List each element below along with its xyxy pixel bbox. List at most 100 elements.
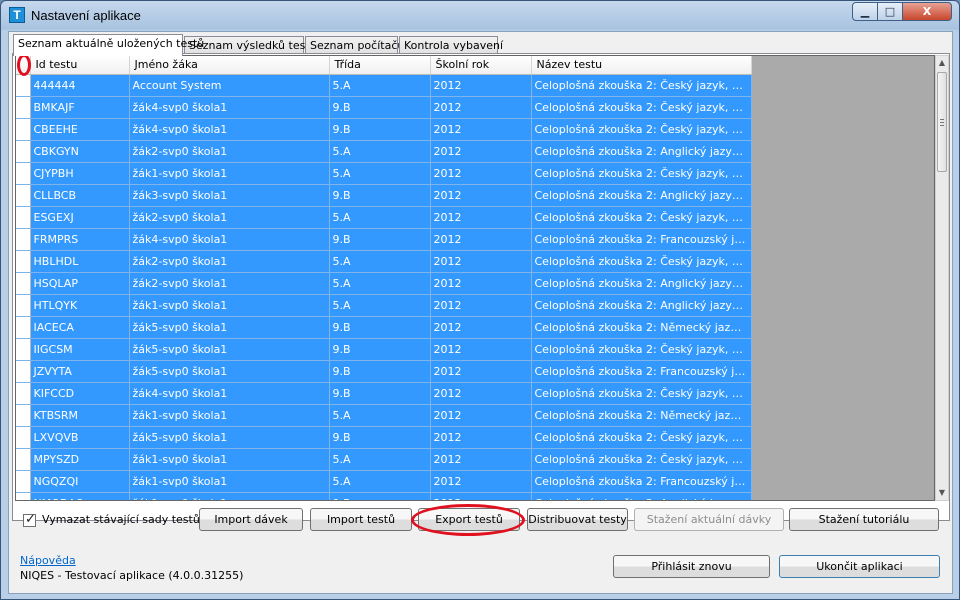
table-row[interactable]: JZVYTA žák5-svp0 škola1 9.B 2012 Celoplošná … [16, 360, 752, 383]
table-cell[interactable]: 9.B [329, 316, 431, 339]
table-cell[interactable]: IIGCSM [30, 338, 130, 361]
row-selector[interactable] [16, 184, 31, 207]
scroll-up-icon[interactable]: ▲ [936, 56, 948, 70]
table-cell[interactable]: 2012 [430, 96, 532, 119]
table-cell[interactable]: 9.B [329, 184, 431, 207]
table-cell[interactable]: žák2-svp0 škola1 [129, 250, 330, 273]
table-cell[interactable]: žák4-svp0 škola1 [129, 118, 330, 141]
tab-current-tests[interactable]: Seznam aktuálně uložených testů [13, 34, 204, 56]
column-header[interactable]: Id testu [30, 56, 130, 75]
table-cell[interactable]: 5.A [329, 206, 431, 229]
table-cell[interactable]: 5.A [329, 74, 431, 97]
table-row[interactable]: CJYPBH žák1-svp0 škola1 5.A 2012 Celoplošná … [16, 162, 752, 185]
table-cell[interactable]: 5.A [329, 294, 431, 317]
table-row[interactable]: IACECA žák5-svp0 škola1 9.B 2012 Celoplošná … [16, 316, 752, 339]
table-cell[interactable]: žák2-svp0 škola1 [129, 206, 330, 229]
table-cell[interactable]: 2012 [430, 228, 532, 251]
table-cell[interactable]: Celoplošná zkouška 2: Český jazyk, 5. ro… [531, 206, 752, 229]
title-bar[interactable]: T Nastavení aplikace ▁ □ X [1, 1, 959, 31]
table-cell[interactable]: žák1-svp0 škola1 [129, 492, 330, 500]
row-selector[interactable] [16, 206, 31, 229]
table-cell[interactable]: Celoplošná zkouška 2: Francouzský jazyk.… [531, 360, 752, 383]
quit-app-button[interactable]: Ukončit aplikaci [779, 555, 940, 578]
table-cell[interactable]: 2012 [430, 272, 532, 295]
close-button[interactable]: X [902, 2, 952, 21]
table-cell[interactable]: žák1-svp0 škola1 [129, 294, 330, 317]
row-selector[interactable] [16, 272, 31, 295]
table-cell[interactable]: 2012 [430, 162, 532, 185]
table-cell[interactable]: Celoplošná zkouška 2: Anglický jazyk, 5.… [531, 140, 752, 163]
table-cell[interactable]: 2012 [430, 118, 532, 141]
row-selector[interactable] [16, 250, 31, 273]
table-cell[interactable]: MPYSZD [30, 448, 130, 471]
table-cell[interactable]: žák1-svp0 škola1 [129, 404, 330, 427]
table-cell[interactable]: CBEEHE [30, 118, 130, 141]
table-cell[interactable]: LXVQVB [30, 426, 130, 449]
table-row[interactable]: HSQLAP žák2-svp0 škola1 5.A 2012 Celoplošná … [16, 272, 752, 295]
row-selector[interactable] [16, 228, 31, 251]
table-cell[interactable]: 5.A [329, 162, 431, 185]
table-cell[interactable]: žák5-svp0 škola1 [129, 316, 330, 339]
table-row[interactable]: 444444 Account System 5.A 2012 Celoplošná zk… [16, 74, 752, 97]
table-cell[interactable]: žák1-svp0 škola1 [129, 162, 330, 185]
table-cell[interactable]: 5.A [329, 448, 431, 471]
row-selector[interactable] [16, 492, 31, 500]
row-selector[interactable] [16, 382, 31, 405]
table-row[interactable]: CBEEHE žák4-svp0 škola1 9.B 2012 Celoplošná … [16, 118, 752, 141]
import-batches-button[interactable]: Import dávek [199, 508, 303, 531]
table-cell[interactable]: 2012 [430, 184, 532, 207]
import-tests-button[interactable]: Import testů [310, 508, 412, 531]
table-cell[interactable]: 2012 [430, 338, 532, 361]
table-cell[interactable]: 2012 [430, 404, 532, 427]
row-selector[interactable] [16, 96, 31, 119]
table-row[interactable]: MPYSZD žák1-svp0 škola1 5.A 2012 Celoplošná … [16, 448, 752, 471]
table-row[interactable]: LXVQVB žák5-svp0 škola1 9.B 2012 Celoplošná … [16, 426, 752, 449]
tests-grid[interactable]: Id testu Jméno žáka Třída Školní rok Náz… [15, 55, 935, 501]
table-cell[interactable]: Celoplošná zkouška 2: Český jazyk, 9. ro… [531, 426, 752, 449]
table-cell[interactable]: 5.A [329, 404, 431, 427]
column-header[interactable]: Název testu [531, 56, 752, 75]
table-cell[interactable]: 2012 [430, 250, 532, 273]
table-cell[interactable]: NMODAO [30, 492, 130, 500]
table-cell[interactable]: 9.B [329, 382, 431, 405]
table-cell[interactable]: žák1-svp0 škola1 [129, 470, 330, 493]
vertical-scrollbar[interactable]: ▲ ▼ [935, 55, 949, 501]
table-cell[interactable]: Account System [129, 74, 330, 97]
table-cell[interactable]: HTLQYK [30, 294, 130, 317]
login-again-button[interactable]: Přihlásit znovu [613, 555, 770, 578]
table-cell[interactable]: CLLBCB [30, 184, 130, 207]
table-cell[interactable]: 5.A [329, 272, 431, 295]
table-cell[interactable]: 5.A [329, 140, 431, 163]
table-row[interactable]: HTLQYK žák1-svp0 škola1 5.A 2012 Celoplošná … [16, 294, 752, 317]
row-selector[interactable] [16, 316, 31, 339]
table-cell[interactable]: Celoplošná zkouška 2: Německý jazyk, 9. … [531, 316, 752, 339]
column-header[interactable]: Jméno žáka [129, 56, 330, 75]
distribute-tests-button[interactable]: Distribuovat testy [527, 508, 628, 531]
table-cell[interactable]: žák2-svp0 škola1 [129, 272, 330, 295]
table-cell[interactable]: Celoplošná zkouška 2: Německý jazyk, 5. … [531, 404, 752, 427]
row-selector[interactable] [16, 162, 31, 185]
table-row[interactable]: NGQZQI žák1-svp0 škola1 5.A 2012 Celoplošná … [16, 470, 752, 493]
table-cell[interactable]: žák4-svp0 škola1 [129, 382, 330, 405]
row-selector[interactable] [16, 74, 31, 97]
table-cell[interactable]: Celoplošná zkouška 2: Anglický jazyk, 5.… [531, 272, 752, 295]
table-cell[interactable]: 444444 [30, 74, 130, 97]
table-row[interactable]: FRMPRS žák4-svp0 škola1 9.B 2012 Celoplošná … [16, 228, 752, 251]
table-cell[interactable]: žák5-svp0 škola1 [129, 338, 330, 361]
table-cell[interactable]: 9.B [329, 338, 431, 361]
row-selector[interactable] [16, 140, 31, 163]
table-cell[interactable]: CJYPBH [30, 162, 130, 185]
table-cell[interactable]: JZVYTA [30, 360, 130, 383]
table-cell[interactable]: Celoplošná zkouška 2: Český jazyk, 9. ro… [531, 382, 752, 405]
table-cell[interactable]: FRMPRS [30, 228, 130, 251]
table-cell[interactable]: IACECA [30, 316, 130, 339]
table-cell[interactable]: Celoplošná zkouška 2: Český jazyk, 9. ro… [531, 118, 752, 141]
table-cell[interactable]: žák5-svp0 škola1 [129, 426, 330, 449]
table-row[interactable]: KIFCCD žák4-svp0 škola1 9.B 2012 Celoplošná … [16, 382, 752, 405]
row-selector[interactable] [16, 470, 31, 493]
table-cell[interactable]: Celoplošná zkouška 2: Anglický jazyk, 9.… [531, 184, 752, 207]
row-selector[interactable] [16, 338, 31, 361]
table-cell[interactable]: žák5-svp0 škola1 [129, 360, 330, 383]
table-cell[interactable]: 9.B [329, 228, 431, 251]
table-cell[interactable]: ESGEXJ [30, 206, 130, 229]
